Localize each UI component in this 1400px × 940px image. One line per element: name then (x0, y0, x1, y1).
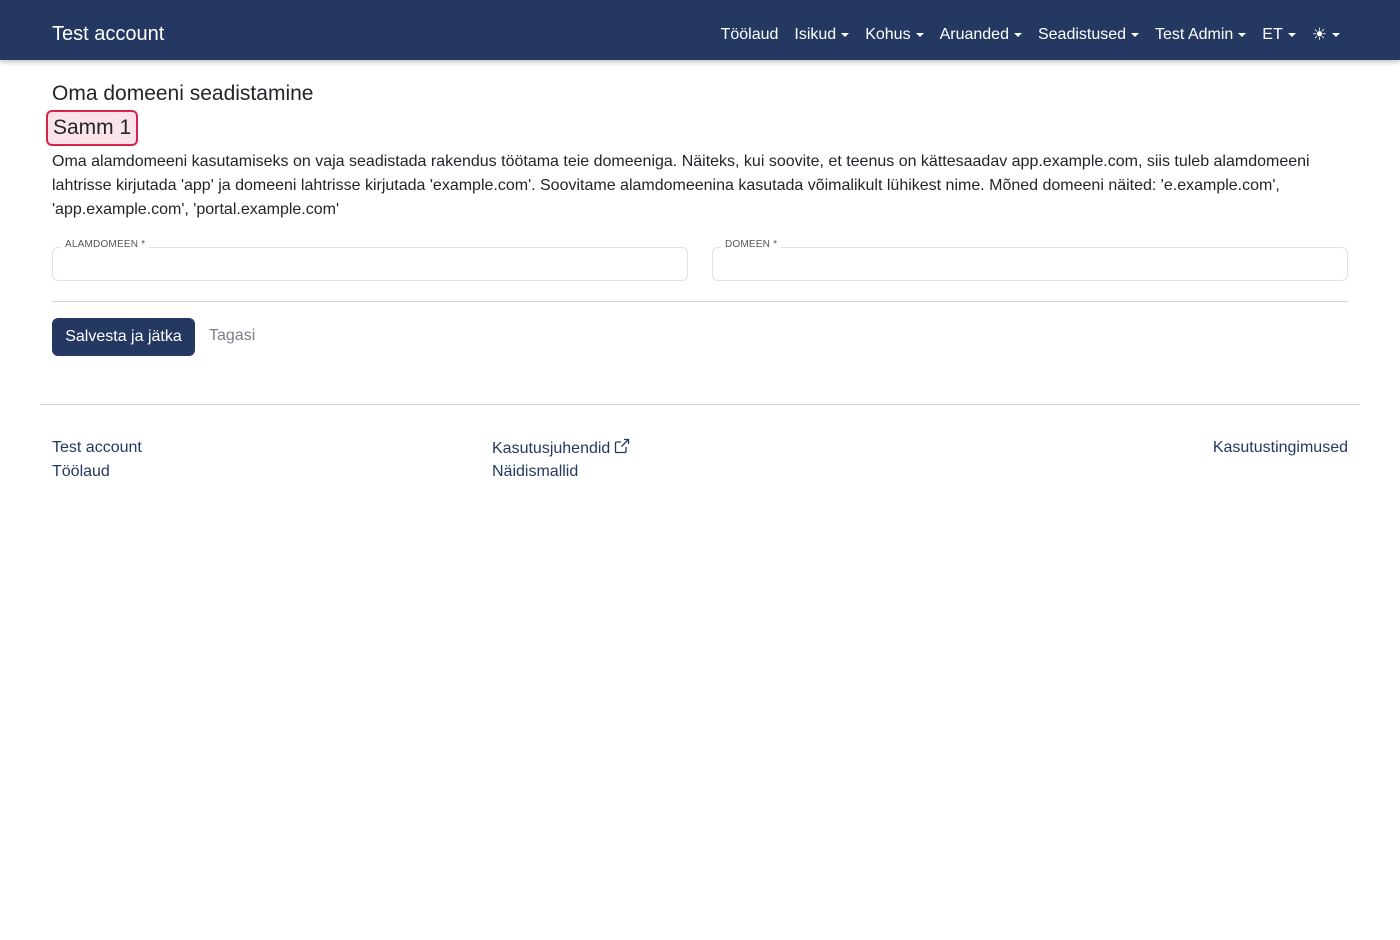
sun-icon: ☀ (1311, 25, 1327, 44)
nav-item-label: Test Admin (1155, 26, 1234, 43)
nav-item-seadistused[interactable]: Seadistused (1037, 24, 1140, 46)
domain-input[interactable] (712, 247, 1348, 281)
footer-divider (40, 404, 1360, 405)
domain-field: DOMEEN * (712, 239, 1348, 281)
nav-item-label: ET (1262, 26, 1283, 43)
nav-item-theme[interactable]: ☀ (1312, 24, 1340, 46)
caret-down-icon (1131, 33, 1140, 37)
caret-down-icon (915, 33, 924, 37)
footer-link-label: Kasutusjuhendid (492, 440, 611, 457)
external-link-icon (615, 438, 630, 454)
nav-item-isikud[interactable]: Isikud (794, 24, 850, 46)
footer-link-account[interactable]: Test account (52, 438, 142, 458)
setup-description: Oma alamdomeeni kasutamiseks on vaja sea… (52, 153, 1310, 218)
nav-item-kohus[interactable]: Kohus (865, 24, 924, 46)
caret-down-icon (1332, 33, 1340, 37)
subdomain-field: ALAMDOMEEN * (52, 239, 688, 281)
page-title: Oma domeeni seadistamine (52, 82, 314, 105)
nav-item-label: Seadistused (1037, 26, 1127, 43)
footer-link-terms[interactable]: Kasutustingimused (1213, 438, 1348, 458)
nav-item-aruanded[interactable]: Aruanded (940, 24, 1022, 46)
back-link[interactable]: Tagasi (209, 326, 255, 346)
nav-item-label: Töölaud (720, 26, 779, 43)
subdomain-label: ALAMDOMEEN * (61, 239, 150, 251)
caret-down-icon (1287, 33, 1296, 37)
footer-link-manuals[interactable]: Kasutusjuhendid (492, 438, 630, 459)
save-and-continue-button[interactable]: Salvesta ja jätka (52, 318, 195, 356)
nav-item-toolaud[interactable]: Töölaud (721, 24, 779, 46)
nav-item-label: Aruanded (939, 26, 1009, 43)
step-heading: Samm 1 (46, 110, 139, 146)
nav-item-label: Isikud (794, 26, 837, 43)
nav-item-label: Kohus (865, 26, 911, 43)
domain-label: DOMEEN * (721, 239, 782, 251)
caret-down-icon (841, 33, 850, 37)
form-divider (52, 301, 1348, 302)
footer-link-templates[interactable]: Näidismallid (492, 462, 578, 482)
brand-link[interactable]: Test account (52, 22, 164, 46)
nav-item-language[interactable]: ET (1262, 24, 1296, 46)
subdomain-input[interactable] (52, 247, 688, 281)
caret-down-icon (1238, 33, 1247, 37)
footer-link-toolaud[interactable]: Töölaud (52, 462, 110, 482)
caret-down-icon (1013, 33, 1022, 37)
top-navbar: Test account Töölaud Isikud Kohus Aruand… (0, 0, 1400, 60)
nav-menu: Töölaud Isikud Kohus Aruanded Seadistuse… (721, 24, 1340, 46)
nav-item-user-menu[interactable]: Test Admin (1155, 24, 1247, 46)
